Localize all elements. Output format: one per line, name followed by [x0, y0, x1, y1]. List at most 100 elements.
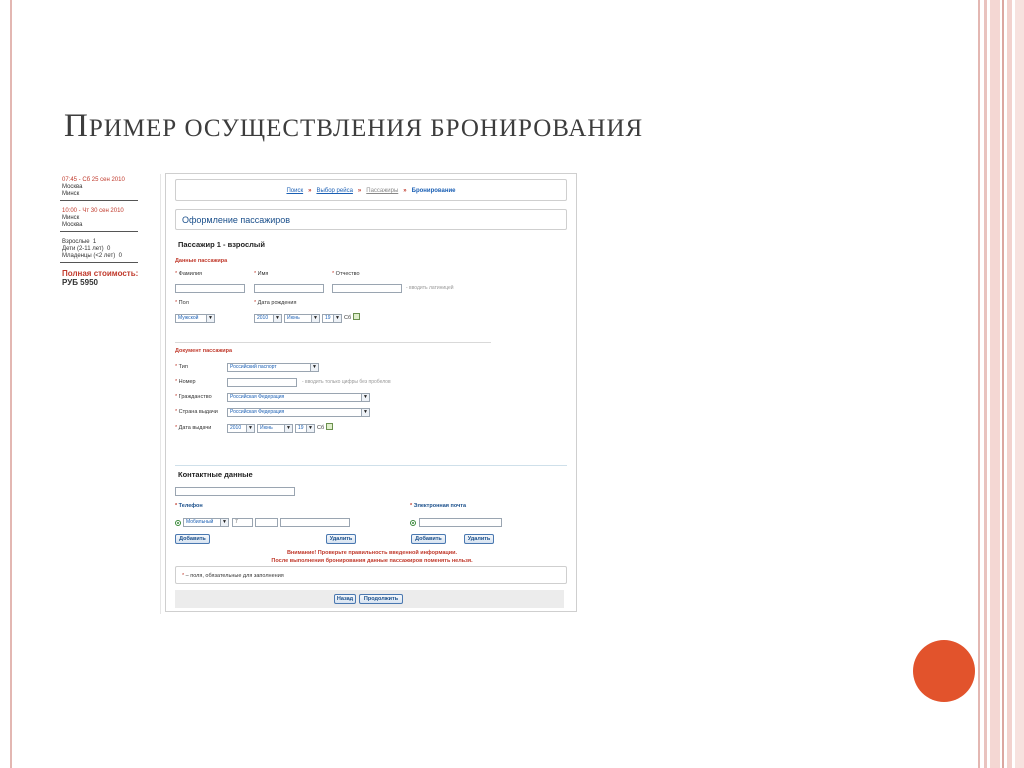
passenger-counts: Взрослые 1 Дети (2-11 лет) 0 Младенцы (<… [60, 236, 138, 263]
gender-label: * Пол [175, 300, 189, 306]
calendar-icon[interactable] [326, 423, 333, 430]
birthdate-label: * Дата рождения [254, 300, 297, 306]
flight-outbound: 07:45 - Сб 25 сен 2010 Москва Минск [60, 174, 138, 201]
breadcrumb-flight-choice[interactable]: Выбор рейса [316, 188, 352, 194]
chevron-down-icon: ▼ [206, 315, 214, 322]
decor-stripe [1002, 0, 1004, 768]
birth-month-select[interactable]: Июнь ▼ [284, 314, 320, 323]
breadcrumb-booking: Бронирование [411, 188, 456, 194]
gender-select[interactable]: Мужской ▼ [175, 314, 215, 323]
email-input[interactable] [419, 518, 502, 527]
warning-line-2: После выполнения бронирования данные пас… [271, 558, 473, 564]
breadcrumb-separator: » [308, 188, 312, 194]
firstname-input[interactable] [254, 284, 324, 293]
remove-phone-button[interactable]: Удалить [326, 534, 356, 544]
flight-time: 07:45 - Сб 25 сен 2010 [62, 177, 125, 183]
patronymic-label: * Отчество [332, 271, 360, 277]
phone-type-select[interactable]: Мобильный ▼ [183, 518, 229, 527]
passenger-count: 1 [92, 239, 97, 245]
issue-month-select[interactable]: Июнь ▼ [257, 424, 293, 433]
latin-hint: - вводить латиницей [406, 285, 454, 291]
chevron-down-icon: ▼ [273, 315, 281, 322]
document-heading: Документ пассажира [175, 348, 233, 354]
add-email-button[interactable]: Добавить [411, 534, 446, 544]
flight-return: 10:00 - Чт 30 сен 2010 Минск Москва [60, 205, 138, 232]
chevron-down-icon: ▼ [311, 315, 319, 322]
passenger-count-row: Младенцы (<2 лет) 0 [62, 253, 136, 260]
decor-stripe [990, 0, 1000, 768]
issue-year-select[interactable]: 2010 ▼ [227, 424, 255, 433]
flight-from: Москва [62, 184, 83, 190]
passenger-type: Взрослые [62, 239, 90, 245]
chevron-down-icon: ▼ [333, 315, 341, 322]
section-title: Оформление пассажиров [175, 209, 567, 230]
doc-number-hint: - вводить только цифры без пробелов [302, 379, 391, 385]
passenger-count-row: Дети (2-11 лет) 0 [62, 246, 136, 253]
chevron-down-icon: ▼ [220, 519, 228, 526]
flight-time: 10:00 - Чт 30 сен 2010 [62, 208, 124, 214]
passenger-data-heading: Данные пассажира [175, 258, 228, 264]
slide-title-cap: П [64, 108, 89, 144]
calendar-icon[interactable] [353, 313, 360, 320]
back-button[interactable]: Назад [334, 594, 356, 604]
phone-radio[interactable] [175, 520, 181, 526]
phone-label: * Телефон [175, 503, 203, 509]
chevron-down-icon: ▼ [306, 425, 314, 432]
required-note: * – поля, обязательные для заполнения [175, 566, 567, 584]
issue-day-select[interactable]: 19 ▼ [295, 424, 315, 433]
lastname-input[interactable] [175, 284, 245, 293]
breadcrumb-passengers[interactable]: Пассажиры [366, 188, 398, 194]
accent-circle [913, 640, 975, 702]
doc-number-label: * Номер [175, 379, 196, 385]
decor-stripe [984, 0, 987, 768]
citizenship-label: * Гражданство [175, 394, 212, 400]
breadcrumb-separator: » [403, 188, 407, 194]
doc-number-input[interactable] [227, 378, 297, 387]
phone-number-input[interactable] [280, 518, 350, 527]
firstname-label: * Имя [254, 271, 269, 277]
flight-from: Минск [62, 215, 80, 221]
total-label: Полная стоимость: [62, 269, 139, 278]
slide-title: Пример осуществления бронирования [64, 108, 643, 145]
footer-bar: Назад Продолжить [175, 590, 564, 608]
slide-title-rest: ример осуществления бронирования [88, 115, 644, 142]
email-radio[interactable] [410, 520, 416, 526]
chevron-down-icon: ▼ [361, 409, 369, 416]
chevron-down-icon: ▼ [361, 394, 369, 401]
divider [175, 342, 491, 343]
issue-date-label: * Дата выдачи [175, 425, 212, 431]
passenger-type: Дети (2-11 лет) [62, 246, 104, 252]
contacts-title: Контактные данные [178, 470, 253, 479]
phone-code-input[interactable]: 7 [232, 518, 253, 527]
passenger-count: 0 [106, 246, 111, 252]
passenger-count: 0 [118, 253, 122, 259]
email-label: * Электронная почта [410, 503, 467, 509]
flight-to: Москва [62, 222, 83, 228]
chevron-down-icon: ▼ [310, 364, 318, 371]
lastname-label: * Фамилия [175, 271, 203, 277]
issue-country-select[interactable]: Российская Федерация ▼ [227, 408, 370, 417]
phone-area-input[interactable] [255, 518, 278, 527]
flight-to: Минск [62, 191, 80, 197]
birth-year-select[interactable]: 2010 ▼ [254, 314, 282, 323]
breadcrumb-separator: » [357, 188, 362, 194]
breadcrumb: Поиск » Выбор рейса » Пассажиры » Бронирование [175, 179, 567, 201]
chevron-down-icon: ▼ [246, 425, 254, 432]
passenger-count-row: Взрослые 1 [62, 239, 136, 246]
doc-type-label: * Тип [175, 364, 188, 370]
add-phone-button[interactable]: Добавить [175, 534, 210, 544]
booking-summary: 07:45 - Сб 25 сен 2010 Москва Минск 10:0… [60, 174, 161, 614]
passenger-title: Пассажир 1 - взрослый [178, 240, 265, 249]
continue-button[interactable]: Продолжить [359, 594, 403, 604]
issue-weekday: Сб [317, 425, 325, 431]
chevron-down-icon: ▼ [284, 425, 292, 432]
decor-stripe [1007, 0, 1012, 768]
doc-type-select[interactable]: Российский паспорт ▼ [227, 363, 319, 372]
patronymic-input[interactable] [332, 284, 402, 293]
total-price: РУБ 5950 [62, 278, 98, 287]
breadcrumb-search[interactable]: Поиск [286, 188, 303, 194]
citizenship-select[interactable]: Российская Федерация ▼ [227, 393, 370, 402]
remove-email-button[interactable]: Удалить [464, 534, 494, 544]
birth-day-select[interactable]: 19 ▼ [322, 314, 342, 323]
contact-name-input[interactable] [175, 487, 295, 496]
